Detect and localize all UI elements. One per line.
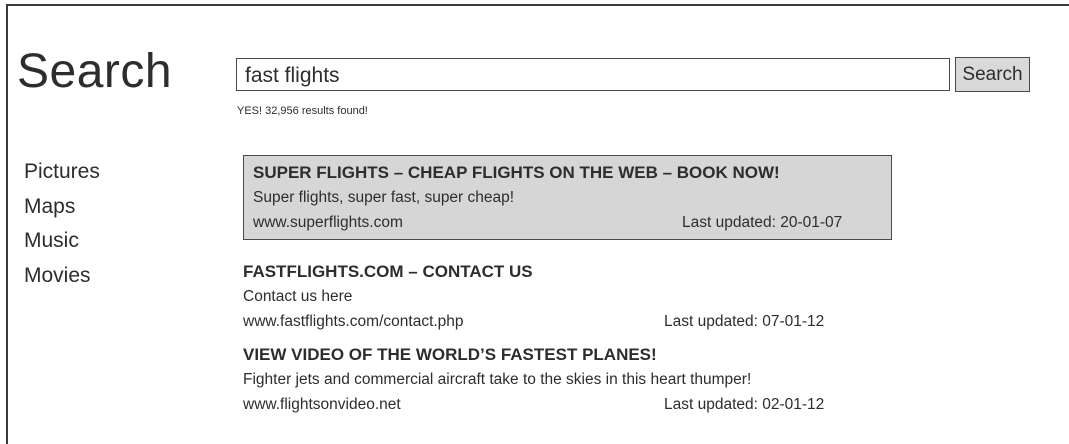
- sidebar-item-maps[interactable]: Maps: [24, 190, 204, 225]
- sidebar: Pictures Maps Music Movies: [24, 155, 204, 293]
- result-title[interactable]: VIEW VIDEO OF THE WORLD’S FASTEST PLANES…: [243, 343, 943, 367]
- result-meta: www.superflights.com Last updated: 20-01…: [253, 210, 891, 235]
- result-updated: Last updated: 02-01-12: [664, 396, 825, 413]
- search-result[interactable]: FASTFLIGHTS.COM – CONTACT US Contact us …: [243, 260, 943, 334]
- result-description: Contact us here: [243, 288, 353, 305]
- result-updated: Last updated: 20-01-07: [682, 214, 843, 231]
- result-meta: www.flightsonvideo.net Last updated: 02-…: [243, 392, 943, 417]
- search-button[interactable]: Search: [955, 57, 1030, 92]
- result-description: Super flights, super fast, super cheap!: [253, 189, 515, 206]
- result-meta: www.fastflights.com/contact.php Last upd…: [243, 309, 943, 334]
- result-url[interactable]: www.fastflights.com/contact.php: [243, 309, 464, 334]
- results-count: YES! 32,956 results found!: [237, 105, 368, 117]
- sidebar-item-movies[interactable]: Movies: [24, 259, 204, 294]
- search-input[interactable]: [236, 58, 950, 91]
- page-title: Search: [17, 45, 173, 98]
- result-url[interactable]: www.superflights.com: [253, 210, 403, 235]
- sidebar-item-music[interactable]: Music: [24, 224, 204, 259]
- result-title[interactable]: FASTFLIGHTS.COM – CONTACT US: [243, 260, 943, 284]
- sidebar-item-pictures[interactable]: Pictures: [24, 155, 204, 190]
- result-description: Fighter jets and commercial aircraft tak…: [243, 371, 752, 388]
- result-updated: Last updated: 07-01-12: [664, 313, 825, 330]
- featured-result[interactable]: SUPER FLIGHTS – CHEAP FLIGHTS ON THE WEB…: [243, 155, 892, 240]
- result-title[interactable]: SUPER FLIGHTS – CHEAP FLIGHTS ON THE WEB…: [253, 161, 891, 185]
- result-url[interactable]: www.flightsonvideo.net: [243, 392, 401, 417]
- search-result[interactable]: VIEW VIDEO OF THE WORLD’S FASTEST PLANES…: [243, 343, 943, 417]
